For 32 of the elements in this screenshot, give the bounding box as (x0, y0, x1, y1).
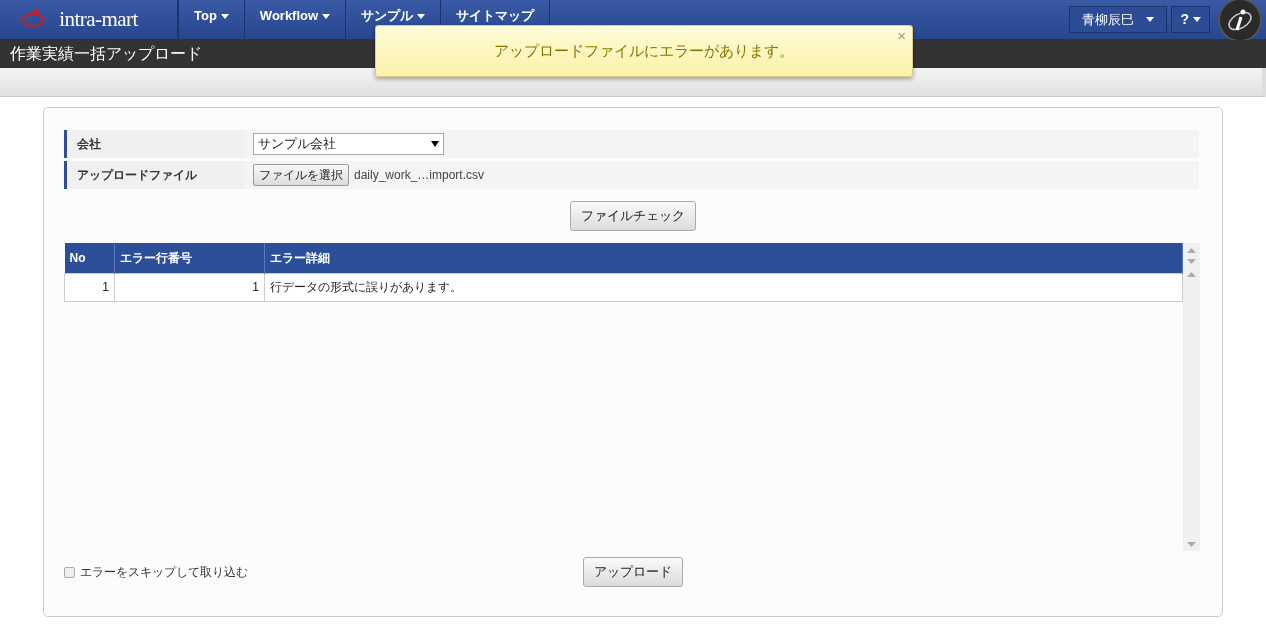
column-header: No (64, 243, 115, 273)
page-title: 作業実績一括アップロード (10, 44, 202, 64)
table-cell: 1 (114, 273, 265, 301)
form-label: アップロードファイル (64, 161, 244, 189)
swoosh-icon (22, 8, 44, 28)
form-label: 会社 (64, 130, 244, 158)
column-header: エラー行番号 (114, 243, 265, 273)
logo-text: intra-mart (59, 5, 138, 33)
nav-menu-item[interactable]: Workflow (244, 0, 347, 39)
info-logo-icon[interactable] (1218, 0, 1262, 42)
table-cell: 1 (64, 273, 115, 301)
column-header: エラー詳細 (264, 243, 1183, 273)
scrollbar[interactable] (1183, 243, 1200, 551)
file-check-button[interactable]: ファイルチェック (570, 201, 696, 231)
scroll-up-icon[interactable] (1187, 248, 1196, 253)
company-select[interactable]: サンプル会社 (253, 133, 444, 155)
table-cell: 行データの形式に誤りがあります。 (264, 273, 1183, 301)
upload-button[interactable]: アップロード (583, 557, 683, 587)
caret-icon (1193, 17, 1201, 22)
skip-errors-checkbox[interactable] (64, 566, 75, 578)
help-menu-button[interactable]: ? (1171, 6, 1210, 33)
scroll-up-icon[interactable] (1187, 272, 1196, 277)
scroll-down-icon[interactable] (1187, 542, 1196, 547)
dropdown-arrow-icon (431, 141, 439, 147)
checkbox-label: エラーをスキップして取り込む (80, 564, 248, 581)
choose-file-button[interactable]: ファイルを選択 (253, 164, 349, 186)
user-menu-button[interactable]: 青柳辰巳 (1069, 6, 1168, 33)
scroll-down-icon[interactable] (1187, 259, 1196, 264)
caret-icon (1146, 17, 1155, 22)
file-name: daily_work_…import.csv (354, 167, 485, 184)
toast-message: アップロードファイルにエラーがあります。 (494, 40, 794, 61)
nav-menu-item[interactable]: Top (178, 0, 245, 39)
